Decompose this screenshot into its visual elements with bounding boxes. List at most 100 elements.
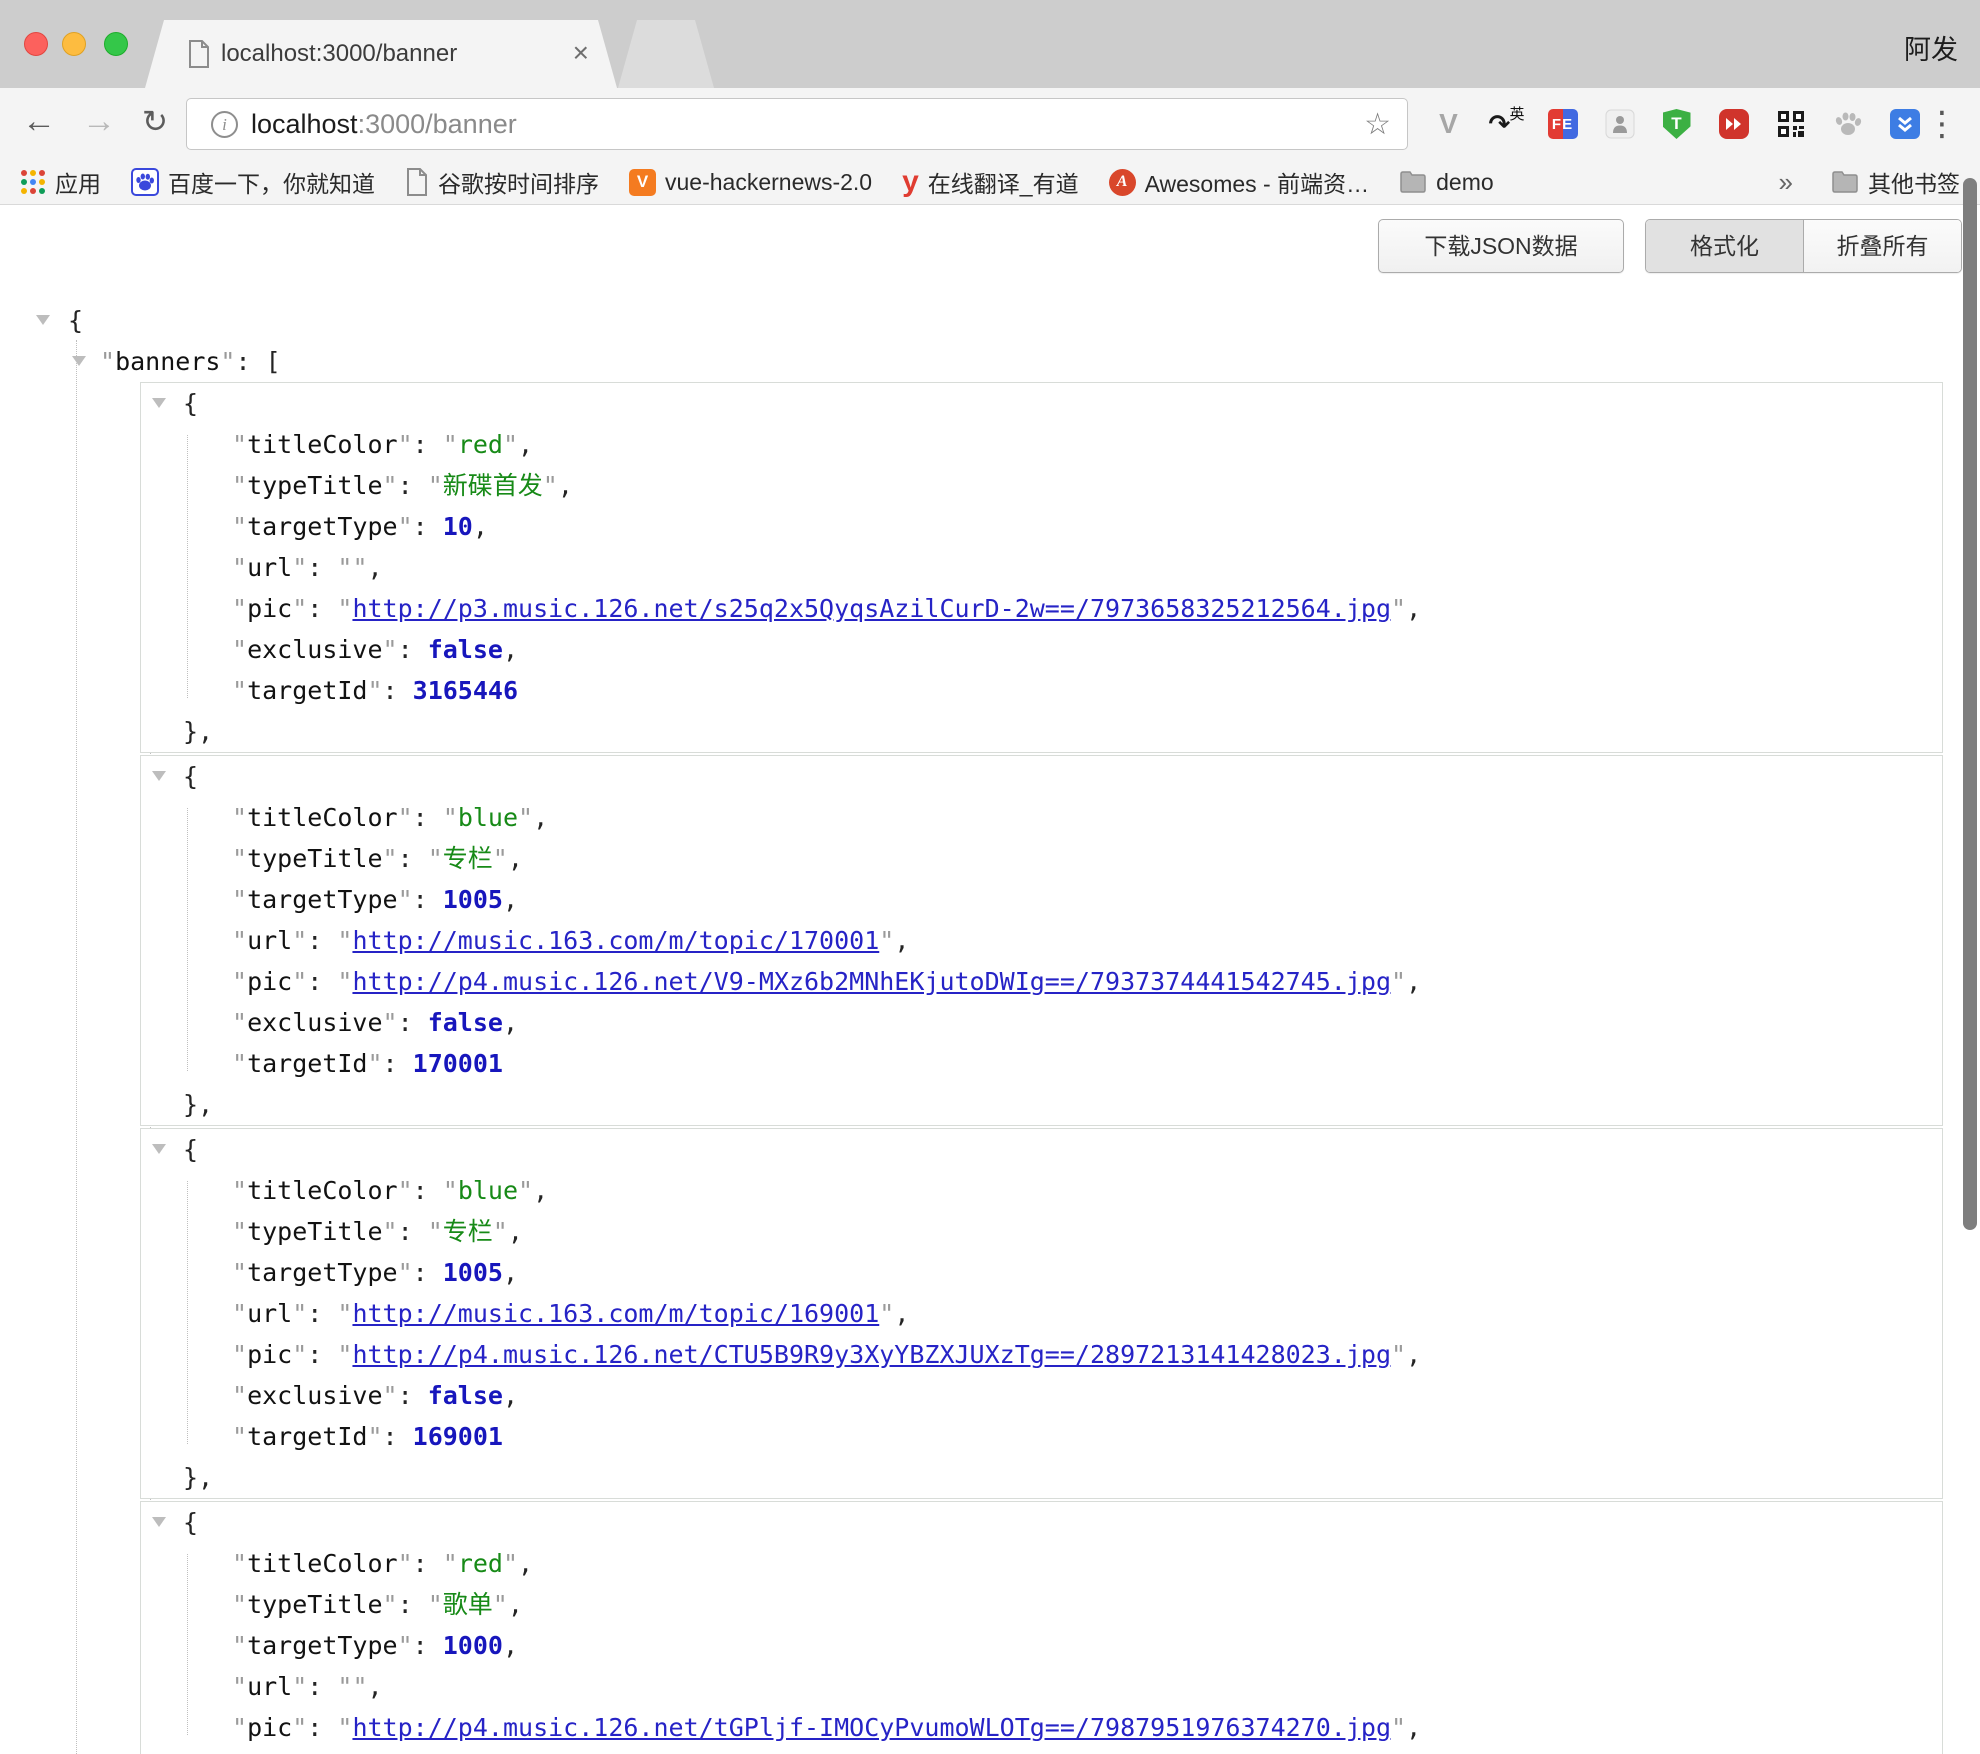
bookmark-item[interactable]: demo (1399, 169, 1494, 196)
collapse-triangle-icon[interactable] (152, 1144, 166, 1154)
json-link[interactable]: http://music.163.com/m/topic/170001 (352, 926, 879, 955)
bookmarks-bar: 应用百度一下，你就知道谷歌按时间排序 Vvue-hackernews-2.0 y 在线… (0, 160, 1980, 205)
other-bookmarks-label: 其他书签 (1868, 165, 1960, 199)
bookmark-item[interactable]: 百度一下，你就知道 (131, 165, 375, 199)
json-line: "titleColor": "blue", (141, 1170, 1942, 1211)
bookmark-item[interactable]: 应用 (20, 165, 101, 199)
window-zoom-button[interactable] (104, 32, 128, 56)
json-array-item-box: {"titleColor": "red","typeTitle": "歌单","… (140, 1501, 1943, 1754)
json-line: { (141, 756, 1942, 797)
json-link[interactable]: http://p4.music.126.net/V9-MXz6b2MNhEKju… (352, 967, 1391, 996)
paw-extension-button[interactable] (1819, 96, 1876, 152)
page-icon (187, 40, 211, 68)
collapse-triangle-icon[interactable] (36, 315, 50, 325)
json-line: "pic": "http://p3.music.126.net/s25q2x5Q… (141, 588, 1942, 629)
person-icon (1605, 109, 1635, 139)
collapse-triangle-icon[interactable] (152, 771, 166, 781)
json-line: { (141, 1502, 1942, 1543)
collapse-triangle-icon[interactable] (152, 1517, 166, 1527)
translate-extension-button[interactable]: ↷英 (1477, 96, 1534, 152)
json-line: "typeTitle": "新碟首发", (141, 465, 1942, 506)
json-line: "typeTitle": "歌单", (141, 1584, 1942, 1625)
collapse-triangle-icon[interactable] (152, 398, 166, 408)
browser-menu-icon[interactable]: ⋮ (1922, 98, 1962, 150)
fe-extension-button[interactable]: FE (1534, 96, 1591, 152)
bookmark-item[interactable]: Vvue-hackernews-2.0 (629, 169, 872, 196)
paw-icon (1833, 110, 1863, 138)
translate-icon: ↷英 (1489, 107, 1523, 141)
json-line: "exclusive": false, (141, 629, 1942, 670)
json-line: "titleColor": "red", (141, 1543, 1942, 1584)
json-line: "exclusive": false, (141, 1002, 1942, 1043)
shield-extension-button[interactable]: T (1648, 96, 1705, 152)
bookmarks-overflow-icon[interactable]: » (1779, 167, 1793, 198)
json-array-item-box: {"titleColor": "blue","typeTitle": "专栏",… (140, 755, 1943, 1126)
json-line: { (141, 1129, 1942, 1170)
bookmarks-right: » 其他书签 (1779, 165, 1960, 199)
awesomes-icon: A (1109, 169, 1136, 196)
collapse-triangle-icon[interactable] (72, 356, 86, 366)
json-line: "url": "http://music.163.com/m/topic/170… (141, 920, 1942, 961)
person-extension-button[interactable] (1591, 96, 1648, 152)
site-info-icon[interactable]: i (211, 111, 238, 138)
bookmark-label: 在线翻译_有道 (928, 165, 1079, 199)
qrcode-icon (1777, 110, 1805, 138)
json-line: "targetId": 169001 (141, 1416, 1942, 1457)
vue-icon: V (629, 169, 656, 196)
video-extension-button[interactable] (1705, 96, 1762, 152)
json-line: "url": "", (141, 1666, 1942, 1707)
sync-icon (1890, 109, 1920, 139)
browser-tab[interactable]: localhost:3000/banner × (145, 20, 617, 88)
bookmark-label: demo (1436, 169, 1494, 196)
json-array-item-box: {"titleColor": "blue","typeTitle": "专栏",… (140, 1128, 1943, 1499)
window-close-button[interactable] (24, 32, 48, 56)
json-line: }, (141, 711, 1942, 752)
folder-icon (1399, 170, 1427, 194)
page-content: 下载JSON数据 格式化 折叠所有 {"banners": [{"titleCo… (0, 206, 1980, 1754)
json-line: "exclusive": false, (141, 1748, 1942, 1754)
reload-icon[interactable]: ↻ (142, 104, 168, 140)
forward-icon[interactable]: → (82, 102, 116, 141)
youdao-icon: y (902, 169, 919, 195)
profile-name[interactable]: 阿发 (1904, 28, 1958, 67)
address-bar[interactable]: i localhost:3000/banner ☆ (186, 98, 1408, 150)
url-path: :3000/banner (358, 109, 517, 139)
extensions-row: V ↷英 FE T (1420, 94, 1933, 154)
other-bookmarks-folder[interactable]: 其他书签 (1831, 165, 1960, 199)
page-icon (405, 168, 429, 196)
json-line: "typeTitle": "专栏", (141, 838, 1942, 879)
json-line: "targetType": 10, (141, 506, 1942, 547)
json-line: "exclusive": false, (141, 1375, 1942, 1416)
json-line: "targetType": 1000, (141, 1625, 1942, 1666)
vue-devtools-extension-button[interactable]: V (1420, 96, 1477, 152)
bookmark-item[interactable]: A Awesomes - 前端资… (1109, 165, 1370, 199)
shield-icon: T (1663, 109, 1691, 139)
window-minimize-button[interactable] (62, 32, 86, 56)
json-link[interactable]: http://music.163.com/m/topic/169001 (352, 1299, 879, 1328)
folder-icon (1831, 170, 1859, 194)
url-text: localhost:3000/banner (251, 109, 517, 140)
bookmark-label: Awesomes - 前端资… (1145, 165, 1370, 199)
json-line: { (0, 300, 1980, 341)
baidu-paw-icon (131, 168, 159, 196)
json-link[interactable]: http://p4.music.126.net/tGPljf-IMOCyPvum… (352, 1713, 1391, 1742)
qrcode-extension-button[interactable] (1762, 96, 1819, 152)
json-line: "targetType": 1005, (141, 1252, 1942, 1293)
json-line: "targetType": 1005, (141, 879, 1942, 920)
json-link[interactable]: http://p4.music.126.net/CTU5B9R9y3XyYBZX… (352, 1340, 1391, 1369)
tab-strip: localhost:3000/banner × 阿发 (0, 0, 1980, 88)
back-icon[interactable]: ← (22, 102, 56, 141)
apps-grid-icon (20, 169, 46, 195)
json-link[interactable]: http://p3.music.126.net/s25q2x5QyqsAzilC… (352, 594, 1391, 623)
tab-close-icon[interactable]: × (573, 37, 589, 69)
bookmark-item[interactable]: y 在线翻译_有道 (902, 165, 1078, 199)
bookmark-item[interactable]: 谷歌按时间排序 (405, 165, 599, 199)
json-line: }, (141, 1084, 1942, 1125)
json-line: "pic": "http://p4.music.126.net/CTU5B9R9… (141, 1334, 1942, 1375)
bookmark-star-icon[interactable]: ☆ (1364, 107, 1391, 142)
inactive-tab-stub[interactable] (618, 20, 714, 88)
bookmark-label: 应用 (55, 165, 101, 199)
json-line: "targetId": 3165446 (141, 670, 1942, 711)
vue-devtools-icon: V (1439, 108, 1458, 140)
json-line: "pic": "http://p4.music.126.net/tGPljf-I… (141, 1707, 1942, 1748)
